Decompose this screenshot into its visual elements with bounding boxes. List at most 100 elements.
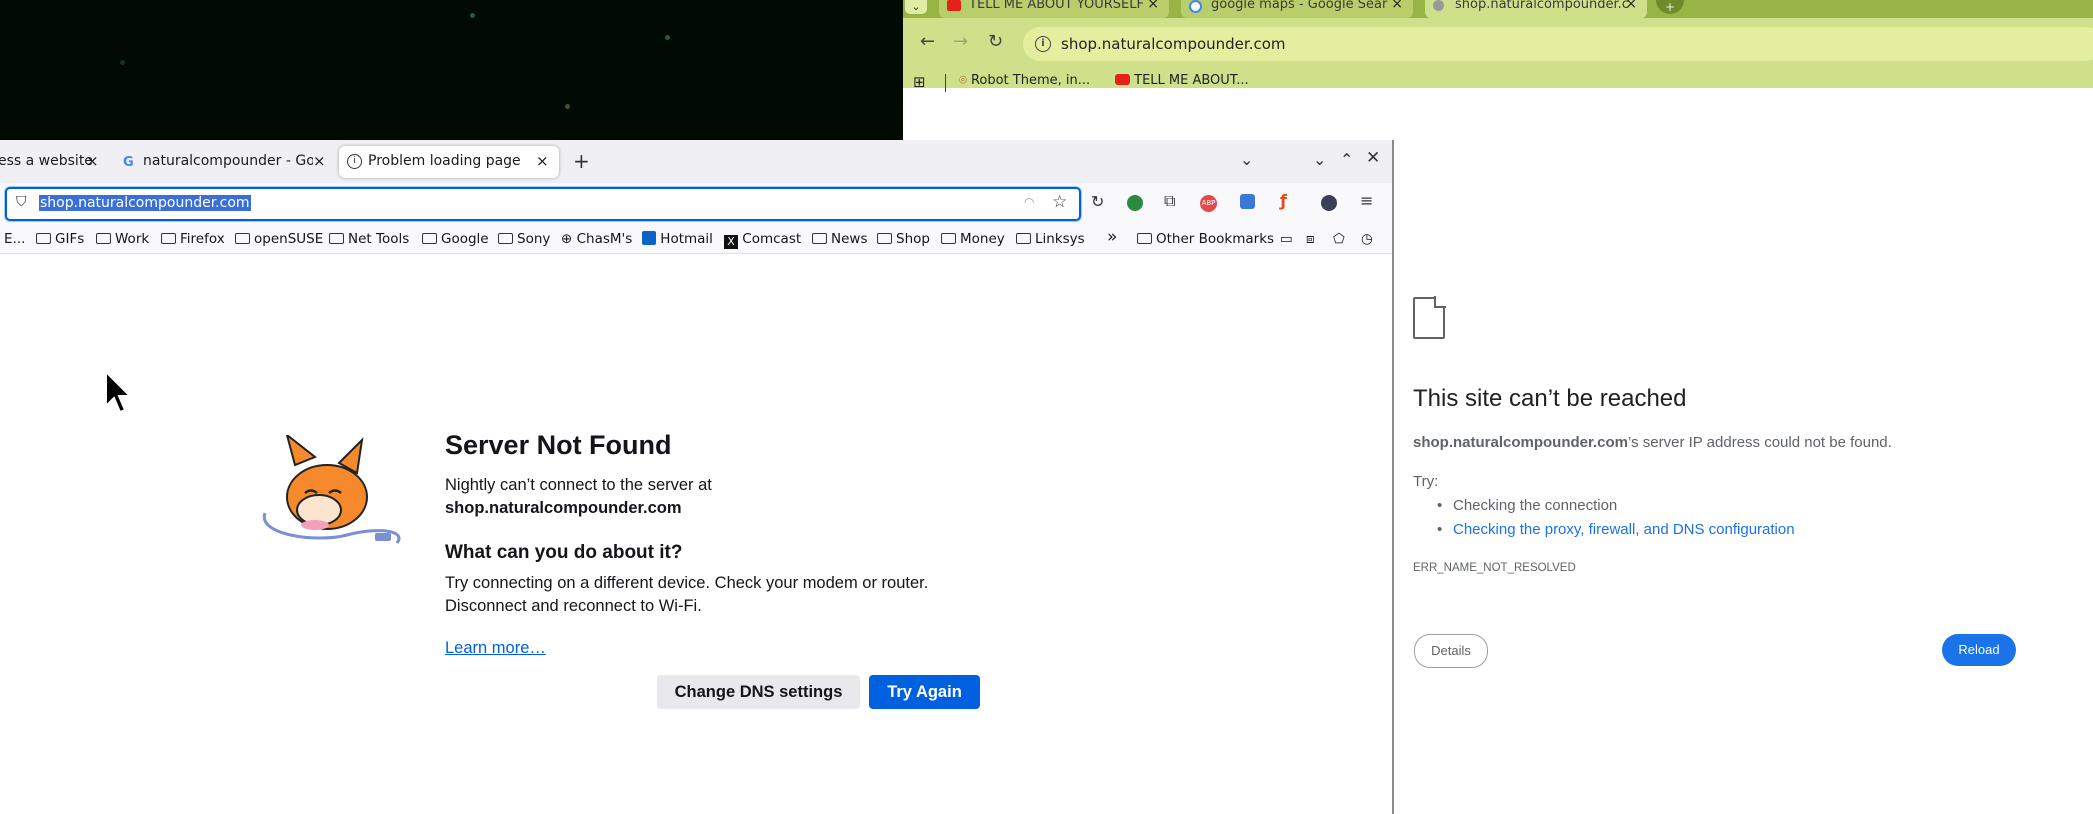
error-message: ’s server IP address could not be found. <box>1628 434 1892 451</box>
bookmark-label: Hotmail <box>660 231 713 247</box>
youtube-icon <box>1115 74 1130 85</box>
reload-icon[interactable]: ↻ <box>988 31 1003 52</box>
learn-more-link[interactable]: Learn more… <box>445 639 546 658</box>
extensions-puzzle-icon[interactable]: ⧉ <box>1164 191 1175 211</box>
bookmark-folder[interactable]: Shop <box>877 231 930 247</box>
address-text[interactable]: shop.naturalcompounder.com <box>1061 35 1286 53</box>
bookmark-folder[interactable]: Google <box>422 231 489 247</box>
site-info-icon[interactable]: i <box>1035 36 1051 52</box>
extension-green-icon[interactable] <box>1127 195 1143 211</box>
bookmark-folder[interactable]: openSUSE <box>235 231 323 247</box>
adblock-icon[interactable]: ABP <box>1200 195 1217 212</box>
close-icon[interactable]: × <box>536 152 549 170</box>
proxy-settings-link[interactable]: Checking the proxy, firewall, and DNS co… <box>1453 521 1795 538</box>
chrome-tab-strip: ⌄ TELL ME ABOUT YOURSELF × google maps -… <box>903 0 2093 18</box>
history-icon[interactable]: ◷ <box>1361 231 1373 247</box>
suggestion-list: Checking the connection Checking the pro… <box>1413 497 1795 545</box>
back-icon[interactable]: ← <box>920 31 935 52</box>
suggestion-item: Checking the proxy, firewall, and DNS co… <box>1413 521 1795 545</box>
ff-tab-active[interactable]: i Problem loading page × <box>339 146 559 178</box>
bookmark-tell-me[interactable]: TELL ME ABOUT... <box>1115 73 1249 88</box>
outlook-icon <box>642 231 656 245</box>
new-tab-button[interactable]: + <box>573 149 590 173</box>
flash-icon[interactable]: ƒ <box>1280 191 1287 210</box>
error-host: shop.naturalcompounder.com <box>445 499 682 517</box>
error-description: shop.naturalcompounder.com’s server IP a… <box>1413 434 1892 451</box>
bookmarks-overflow-button[interactable]: » <box>1107 227 1117 247</box>
divider <box>945 74 946 92</box>
close-icon[interactable]: × <box>1147 0 1159 12</box>
chrome-tab-active[interactable]: shop.naturalcompounder.c × <box>1425 0 1647 18</box>
minimize-icon[interactable]: ⌄ <box>1313 150 1326 169</box>
close-icon[interactable]: × <box>313 152 326 170</box>
bookmark-folder[interactable]: Net Tools <box>329 231 409 247</box>
list-all-tabs-icon[interactable]: ⌄ <box>1240 150 1253 169</box>
extension-icon[interactable]: ⬠ <box>1333 231 1345 247</box>
bookmark-label: Sony <box>517 231 551 247</box>
reader-view-icon[interactable]: ◠ <box>1024 195 1034 209</box>
maximize-icon[interactable]: ⌃ <box>1340 150 1353 169</box>
tab-label: google maps - Google Sear <box>1211 0 1388 12</box>
extension-badge-icon[interactable] <box>1240 194 1255 209</box>
bookmark-label: Google <box>441 231 489 247</box>
ff-tab-1[interactable]: ess a website × <box>0 146 105 178</box>
chrome-toolbar: ← → ↻ i shop.naturalcompounder.com ⊞ ⌾ R… <box>903 18 2093 92</box>
chrome-tab-google-maps[interactable]: google maps - Google Sear × <box>1181 0 1413 18</box>
details-button[interactable]: Details <box>1414 634 1488 668</box>
close-icon[interactable]: × <box>86 152 99 170</box>
bookmark-label: Comcast <box>742 231 802 247</box>
try-again-button[interactable]: Try Again <box>869 675 980 709</box>
folder-icon <box>941 233 956 244</box>
folder-icon <box>161 233 176 244</box>
bookmark-item[interactable]: X Comcast <box>724 231 801 249</box>
apps-icon[interactable]: ⊞ <box>913 73 926 91</box>
advice-text: Disconnect and reconnect to Wi-Fi. <box>445 597 702 615</box>
bookmark-folder[interactable]: Money <box>941 231 1005 247</box>
bookmark-folder[interactable]: News <box>812 231 867 247</box>
fox-unplugged-illustration <box>262 435 401 544</box>
account-icon[interactable] <box>1321 195 1337 211</box>
reload-icon[interactable]: ↻ <box>1091 192 1104 211</box>
bookmark-label: Net Tools <box>348 231 410 247</box>
bookmark-folder[interactable]: Firefox <box>161 231 225 247</box>
bookmark-folder[interactable]: Work <box>96 231 149 247</box>
bookmark-star-icon[interactable]: ☆ <box>1052 192 1067 212</box>
new-tab-button[interactable]: + <box>1656 0 1684 14</box>
forward-icon[interactable]: → <box>953 31 968 52</box>
globe-icon: ⊕ <box>561 231 573 247</box>
comcast-icon: X <box>724 235 738 249</box>
menu-icon[interactable]: ≡ <box>1360 191 1373 210</box>
tab-label: ess a website <box>0 153 93 169</box>
tab-search-button[interactable]: ⌄ <box>905 0 927 14</box>
bookmark-label: GIFs <box>55 231 85 247</box>
bookmark-folder[interactable]: Linksys <box>1016 231 1085 247</box>
reload-button[interactable]: Reload <box>1942 634 2016 666</box>
sidebar-icon[interactable]: ▭ <box>1280 231 1293 247</box>
change-dns-button[interactable]: Change DNS settings <box>657 675 860 709</box>
close-icon[interactable]: × <box>1391 0 1403 12</box>
bookmark-label: Other Bookmarks <box>1156 231 1275 247</box>
bookmark-folder-other[interactable]: Other Bookmarks <box>1137 231 1274 247</box>
globe-icon <box>1433 0 1444 11</box>
chrome-tab-youtube[interactable]: TELL ME ABOUT YOURSELF × <box>939 0 1169 18</box>
suggestion-item: Checking the connection <box>1413 497 1795 521</box>
bookmark-folder[interactable]: Sony <box>498 231 550 247</box>
chrome-address-bar[interactable]: i shop.naturalcompounder.com <box>1023 27 2093 61</box>
bookmark-item[interactable]: ⊕ ChasM's <box>561 231 632 247</box>
bookmark-label: Robot Theme, in... <box>970 73 1091 88</box>
ff-tab-2[interactable]: G naturalcompounder - Goo × <box>115 146 333 178</box>
screenshot-icon[interactable]: ⧈ <box>1306 231 1315 247</box>
bookmark-item[interactable]: E... <box>4 231 25 247</box>
close-window-icon[interactable]: ✕ <box>1366 148 1380 168</box>
bookmark-label: ChasM's <box>576 231 633 247</box>
firefox-url-bar[interactable]: ⛉ shop.naturalcompounder.com ◠ ☆ <box>5 187 1081 221</box>
close-icon[interactable]: × <box>1625 0 1637 12</box>
bookmark-folder[interactable]: GIFs <box>36 231 84 247</box>
tab-label: naturalcompounder - Goo <box>143 153 313 169</box>
bookmark-label: Shop <box>896 231 930 247</box>
url-text[interactable]: shop.naturalcompounder.com <box>39 195 251 211</box>
bookmark-item[interactable]: Hotmail <box>642 231 713 247</box>
shield-icon[interactable]: ⛉ <box>16 194 27 210</box>
bookmark-label: TELL ME ABOUT... <box>1134 73 1249 88</box>
bookmark-robot-theme[interactable]: ⌾ Robot Theme, in... <box>959 73 1090 88</box>
